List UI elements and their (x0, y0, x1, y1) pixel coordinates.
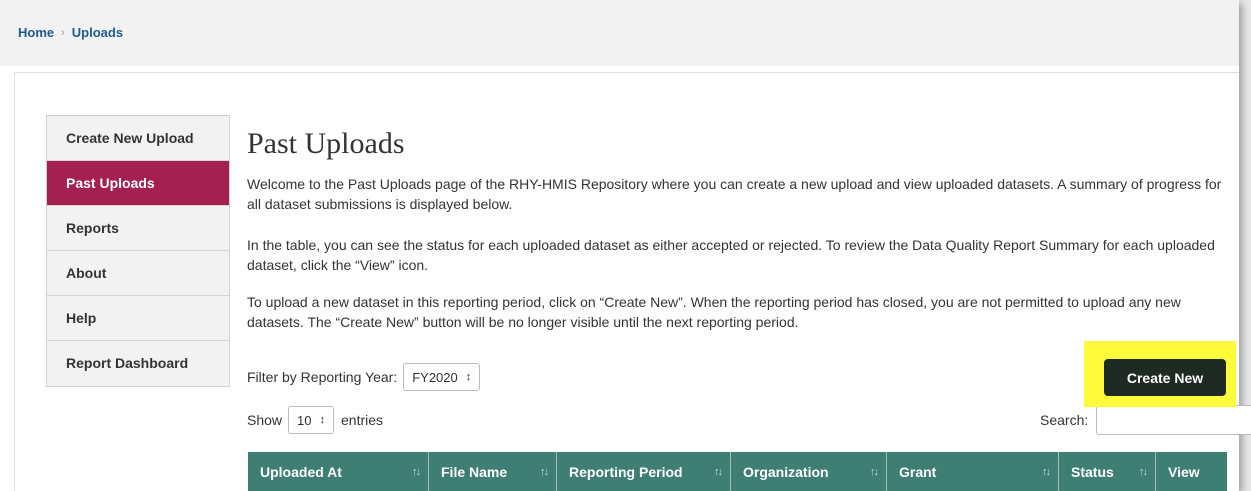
status-paragraph: In the table, you can see the status for… (247, 237, 1215, 273)
breadcrumb-home-link[interactable]: Home (18, 25, 54, 40)
upload-paragraph: To upload a new dataset in this reportin… (247, 294, 1181, 330)
page-title: Past Uploads (247, 127, 405, 160)
breadcrumb-current[interactable]: Uploads (72, 25, 123, 40)
reporting-year-value: FY2020 (412, 369, 458, 385)
select-arrows-icon: ↕ (319, 414, 326, 426)
sidebar-item-about[interactable]: About (47, 251, 229, 296)
column-header-organization[interactable]: Organization ↑↓ (731, 452, 887, 491)
sort-icon: ↑↓ (1139, 465, 1148, 478)
main-content: Past Uploads Welcome to the Past Uploads… (247, 115, 1251, 435)
reporting-year-select[interactable]: FY2020 ↕ (403, 363, 481, 391)
search-label: Search: (1040, 412, 1089, 428)
sidebar-item-past-uploads[interactable]: Past Uploads (47, 161, 229, 206)
entries-select[interactable]: 10 ↕ (288, 406, 334, 434)
show-entries-row: Show 10 ↕ entries (247, 406, 383, 434)
column-label: Organization (743, 463, 829, 480)
column-label: Status (1071, 463, 1114, 480)
column-label: Uploaded At (260, 463, 342, 480)
filter-label: Filter by Reporting Year: (247, 369, 398, 385)
sidebar-item-reports[interactable]: Reports (47, 206, 229, 251)
filter-row: Filter by Reporting Year: FY2020 ↕ (247, 363, 481, 391)
entries-label: entries (341, 412, 384, 428)
sort-icon: ↑↓ (714, 465, 723, 478)
column-header-status[interactable]: Status ↑↓ (1059, 452, 1156, 491)
column-header-uploaded-at[interactable]: Uploaded At ↑↓ (248, 452, 429, 491)
breadcrumb-bar: Home › Uploads (0, 0, 1239, 66)
select-arrows-icon: ↕ (465, 371, 472, 383)
column-label: Reporting Period (569, 463, 683, 480)
breadcrumb-separator: › (61, 26, 65, 39)
column-header-file-name[interactable]: File Name ↑↓ (429, 452, 557, 491)
column-header-grant[interactable]: Grant ↑↓ (887, 452, 1059, 491)
sidebar-item-create-new-upload[interactable]: Create New Upload (47, 116, 229, 161)
entries-value: 10 (297, 412, 312, 428)
column-label: Grant (899, 463, 937, 480)
column-label: View (1168, 463, 1200, 480)
search-input[interactable] (1096, 405, 1251, 435)
show-label: Show (247, 412, 283, 428)
column-label: File Name (441, 463, 508, 480)
sort-icon: ↑↓ (1042, 465, 1051, 478)
column-header-reporting-period[interactable]: Reporting Period ↑↓ (557, 452, 731, 491)
breadcrumb: Home › Uploads (18, 25, 123, 40)
search-row: Search: (1040, 405, 1251, 435)
column-header-view[interactable]: View (1156, 452, 1227, 491)
sidebar-nav: Create New Upload Past Uploads Reports A… (46, 115, 230, 387)
sort-icon: ↑↓ (870, 465, 879, 478)
create-new-button[interactable]: Create New (1104, 359, 1226, 396)
sort-icon: ↑↓ (412, 465, 421, 478)
sidebar-item-report-dashboard[interactable]: Report Dashboard (47, 341, 229, 386)
uploads-table-header: Uploaded At ↑↓ File Name ↑↓ Reporting Pe… (248, 452, 1227, 491)
sidebar-item-help[interactable]: Help (47, 296, 229, 341)
intro-paragraph: Welcome to the Past Uploads page of the … (247, 176, 1222, 212)
sort-icon: ↑↓ (540, 465, 549, 478)
